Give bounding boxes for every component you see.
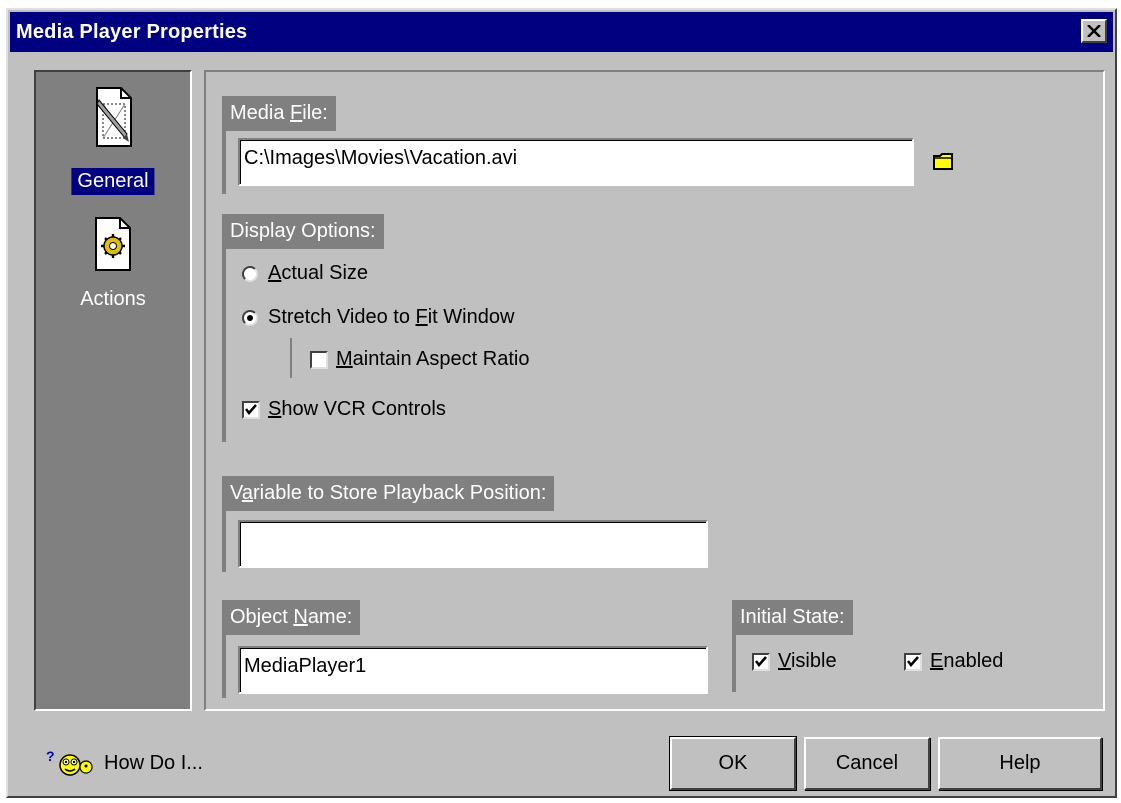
actual-size-label: Actual Size	[268, 262, 369, 284]
maintain-aspect-label: Maintain Aspect Ratio	[336, 348, 530, 370]
initial-state-label: Initial State:	[732, 600, 853, 635]
stretch-video-radio-button[interactable]	[242, 309, 258, 326]
aspect-indent-bar	[290, 338, 292, 378]
visible-checkbox[interactable]: Visible	[752, 650, 837, 673]
close-icon	[1087, 25, 1101, 37]
help-face-icon: ?	[46, 749, 93, 776]
svg-text:?: ?	[46, 749, 55, 764]
how-do-i-label: How Do I...	[104, 751, 203, 774]
maintain-aspect-checkbox[interactable]: Maintain Aspect Ratio	[310, 348, 529, 371]
enabled-label: Enabled	[930, 650, 1004, 672]
page-sidebar: General Actions	[34, 70, 192, 711]
stretch-video-radio[interactable]: Stretch Video to Fit Window	[242, 306, 514, 329]
title-bar[interactable]: Media Player Properties	[10, 12, 1113, 52]
show-vcr-checkbox[interactable]: Show VCR Controls	[242, 398, 446, 421]
cancel-button[interactable]: Cancel	[804, 737, 930, 790]
ok-button[interactable]: OK	[669, 736, 797, 791]
folder-icon[interactable]	[932, 150, 954, 172]
help-button[interactable]: Help	[938, 737, 1102, 790]
sidebar-item-label-actions: Actions	[80, 288, 146, 310]
enabled-checkbox[interactable]: Enabled	[904, 650, 1003, 673]
display-options-label: Display Options:	[222, 214, 384, 249]
general-page-icon	[96, 87, 132, 147]
checkmark-icon	[755, 655, 767, 667]
properties-dialog: Media Player Properties General Actions …	[6, 8, 1117, 798]
enabled-checkbox-box[interactable]	[904, 652, 922, 671]
show-vcr-checkbox-box[interactable]	[242, 400, 260, 419]
stretch-video-label: Stretch Video to Fit Window	[268, 306, 515, 328]
object-name-label: Object Name:	[222, 600, 361, 635]
actual-size-radio-button[interactable]	[242, 265, 258, 282]
close-button[interactable]	[1081, 19, 1107, 43]
show-vcr-label: Show VCR Controls	[268, 398, 446, 420]
sidebar-item-actions[interactable]: Actions	[36, 216, 190, 316]
actual-size-radio[interactable]: Actual Size	[242, 262, 368, 285]
media-file-input[interactable]: C:\Images\Movies\Vacation.avi	[238, 138, 914, 186]
visible-label: Visible	[778, 650, 837, 672]
playback-variable-label: Variable to Store Playback Position:	[222, 476, 555, 511]
sidebar-item-general[interactable]: General	[36, 86, 190, 198]
playback-variable-input[interactable]	[238, 520, 708, 568]
object-name-input[interactable]: MediaPlayer1	[238, 646, 708, 694]
sidebar-item-label-general: General	[71, 168, 155, 195]
visible-checkbox-box[interactable]	[752, 652, 770, 671]
checkmark-icon	[907, 655, 919, 667]
checkmark-icon	[245, 403, 257, 415]
how-do-i-link[interactable]: ? How Do I...	[46, 749, 203, 777]
dialog-title: Media Player Properties	[16, 21, 248, 43]
media-file-label: Media File:	[222, 96, 336, 131]
maintain-aspect-checkbox-box[interactable]	[310, 350, 328, 369]
actions-gear-icon	[95, 217, 131, 271]
general-page-panel: Media File: C:\Images\Movies\Vacation.av…	[204, 70, 1105, 711]
radio-selected-dot	[247, 314, 253, 321]
